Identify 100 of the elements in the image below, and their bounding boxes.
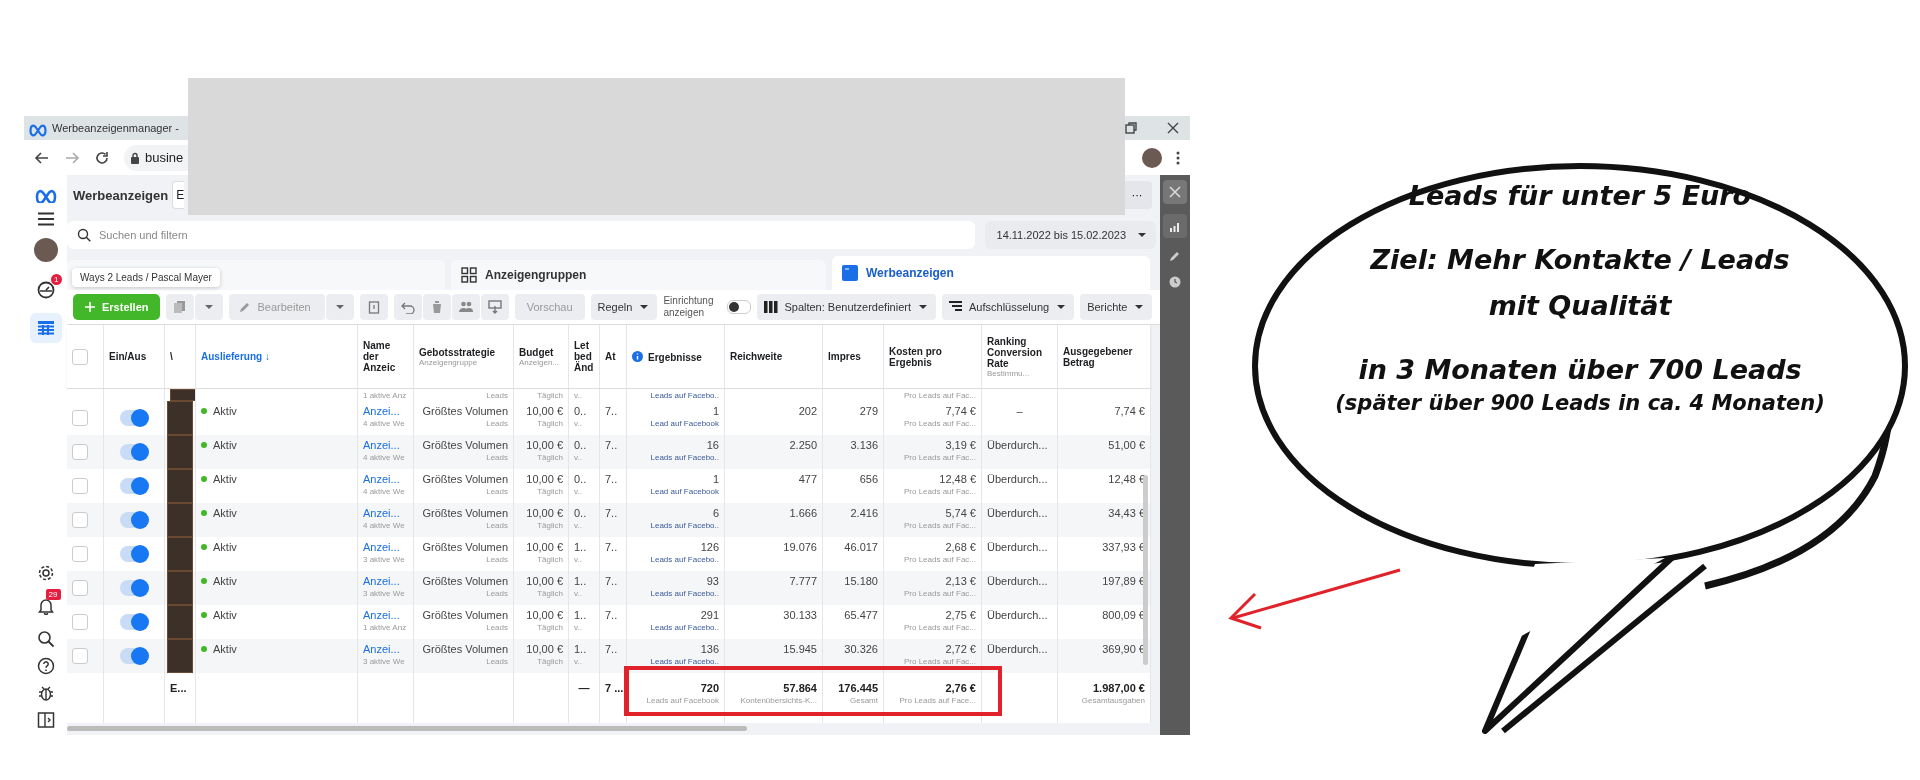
column-header[interactable]: Let bed Änd — [574, 340, 594, 373]
duplicate-button[interactable] — [166, 294, 195, 320]
column-header[interactable]: Ranking Conversion Rate — [987, 335, 1052, 369]
trash-button[interactable] — [422, 294, 451, 320]
bubble-text: (später über 900 Leads in ca. 4 Monaten) — [1335, 390, 1825, 416]
ad-toggle[interactable] — [120, 444, 148, 460]
ads-table-button[interactable] — [29, 313, 62, 343]
undo-button[interactable] — [393, 294, 422, 320]
checkbox[interactable] — [72, 614, 88, 630]
bug-icon[interactable] — [36, 684, 55, 702]
column-header[interactable]: \ — [170, 351, 173, 362]
ad-name-link[interactable]: Anzei... — [363, 438, 408, 452]
browser-tab[interactable]: Werbeanzeigenmanager - — [28, 116, 179, 140]
ad-toggle[interactable] — [120, 614, 148, 630]
checkbox[interactable] — [72, 580, 88, 596]
checkbox[interactable] — [72, 546, 88, 562]
forward-arrow-icon[interactable] — [64, 149, 80, 166]
notifications-button[interactable]: 29 — [29, 591, 62, 621]
tab[interactable]: Anzeigengruppen — [451, 260, 826, 290]
people-button[interactable] — [451, 294, 480, 320]
clock-icon[interactable] — [1169, 276, 1181, 288]
setup-toggle[interactable] — [727, 300, 752, 314]
ad-toggle[interactable] — [120, 546, 148, 562]
column-header[interactable]: At — [605, 351, 616, 362]
bell-icon — [36, 597, 55, 615]
checkbox[interactable] — [72, 648, 88, 664]
ad-name-link[interactable]: Anzei... — [363, 404, 408, 418]
search-icon[interactable] — [36, 630, 55, 648]
date-range-dropdown[interactable]: 14.11.2022 bis 15.02.2023 — [984, 221, 1156, 249]
checkbox[interactable] — [72, 478, 88, 494]
address-field[interactable]: busine — [124, 144, 188, 171]
column-header[interactable]: Ausgegebener Betrag — [1063, 345, 1145, 368]
settings-icon[interactable] — [36, 564, 55, 582]
column-header[interactable]: Auslieferung ↓ — [201, 351, 270, 362]
account-selector[interactable]: E — [172, 181, 185, 209]
ad-toggle[interactable] — [120, 410, 148, 426]
columns-dropdown[interactable]: Spalten: Benutzerdefiniert — [757, 294, 936, 320]
cell-caption: Leads auf Facebo.. — [650, 520, 719, 531]
checkbox[interactable] — [72, 444, 88, 460]
column-header[interactable]: Name der Anzeic — [363, 340, 408, 373]
status-dot — [201, 612, 207, 618]
tab[interactable]: Werbeanzeigen — [832, 256, 1150, 290]
ad-toggle[interactable] — [120, 648, 148, 664]
cell-caption: Pro Leads auf Fac... — [903, 486, 976, 497]
export-button[interactable] — [480, 294, 509, 320]
cell-caption: 3 aktive We — [363, 554, 406, 565]
close-panel-button[interactable] — [1163, 180, 1187, 204]
ad-toggle[interactable] — [120, 580, 148, 596]
column-header[interactable]: Impres — [828, 351, 861, 362]
ad-name-link[interactable]: Anzei... — [363, 642, 408, 656]
ad-name-link[interactable]: Anzei... — [363, 540, 408, 554]
column-header[interactable]: Budget — [519, 346, 560, 358]
table-cell-text: 7.777 — [789, 574, 817, 588]
back-arrow-icon[interactable] — [34, 149, 50, 166]
dashboard-button[interactable]: 1 — [29, 274, 62, 304]
ad-toggle[interactable] — [120, 478, 148, 494]
column-header[interactable]: Ergebnisse — [632, 350, 702, 363]
kebab-menu-icon[interactable] — [1176, 150, 1180, 165]
scrollbar[interactable] — [67, 725, 747, 731]
dropdown-button[interactable] — [325, 294, 354, 320]
thumbnail-placeholder — [167, 571, 193, 605]
help-icon[interactable] — [36, 657, 55, 675]
column-header[interactable]: Gebotsstrategie — [419, 346, 496, 358]
table-cell-text: 10,00 € — [526, 404, 563, 418]
charts-button[interactable] — [1163, 214, 1187, 238]
ad-name-link[interactable]: Anzei... — [363, 574, 408, 588]
breakdown-dropdown[interactable]: Aufschlüsselung — [942, 294, 1075, 320]
count-badge: 1 — [51, 274, 62, 285]
column-header[interactable]: Reichweite — [730, 351, 783, 362]
thumbnail-placeholder — [167, 435, 193, 469]
ad-name-link[interactable]: Anzei... — [363, 506, 408, 520]
table-cell-text: Aktiv — [213, 506, 237, 520]
scrollbar[interactable] — [1143, 475, 1148, 665]
close-icon[interactable] — [1166, 121, 1180, 135]
ad-toggle[interactable] — [120, 512, 148, 528]
reports-dropdown[interactable]: Berichte — [1080, 294, 1153, 320]
dropdown-button[interactable] — [195, 294, 224, 320]
table-cell-text: 7.. — [605, 506, 619, 520]
ad-name-link[interactable]: Anzei... — [363, 472, 408, 486]
column-header[interactable]: Ein/Aus — [109, 351, 147, 362]
restore-icon[interactable] — [1124, 121, 1138, 135]
checkbox[interactable] — [72, 348, 88, 365]
search-field[interactable]: Suchen und filtern — [67, 221, 975, 249]
clipboard-button[interactable] — [359, 294, 388, 320]
table-cell-text: 279 — [859, 404, 878, 418]
cell-caption: Pro Leads auf Fac... — [903, 418, 976, 429]
cell-caption: Gesamtausgaben — [1081, 695, 1145, 706]
menu-icon[interactable] — [36, 212, 55, 226]
column-header[interactable]: Kosten pro Ergebnis — [889, 345, 976, 368]
reload-icon[interactable] — [94, 149, 110, 166]
avatar[interactable] — [33, 238, 58, 262]
side-panel-icon[interactable] — [36, 711, 55, 729]
table-cell-text: 126 — [700, 540, 719, 554]
checkbox[interactable] — [72, 512, 88, 528]
ad-name-link[interactable]: Anzei... — [363, 608, 408, 622]
pencil-icon[interactable] — [1169, 250, 1181, 262]
avatar[interactable] — [1142, 147, 1162, 168]
table-cell-text: 10,00 € — [526, 506, 563, 520]
rules-dropdown[interactable]: Regeln — [590, 294, 658, 320]
checkbox[interactable] — [72, 410, 88, 426]
